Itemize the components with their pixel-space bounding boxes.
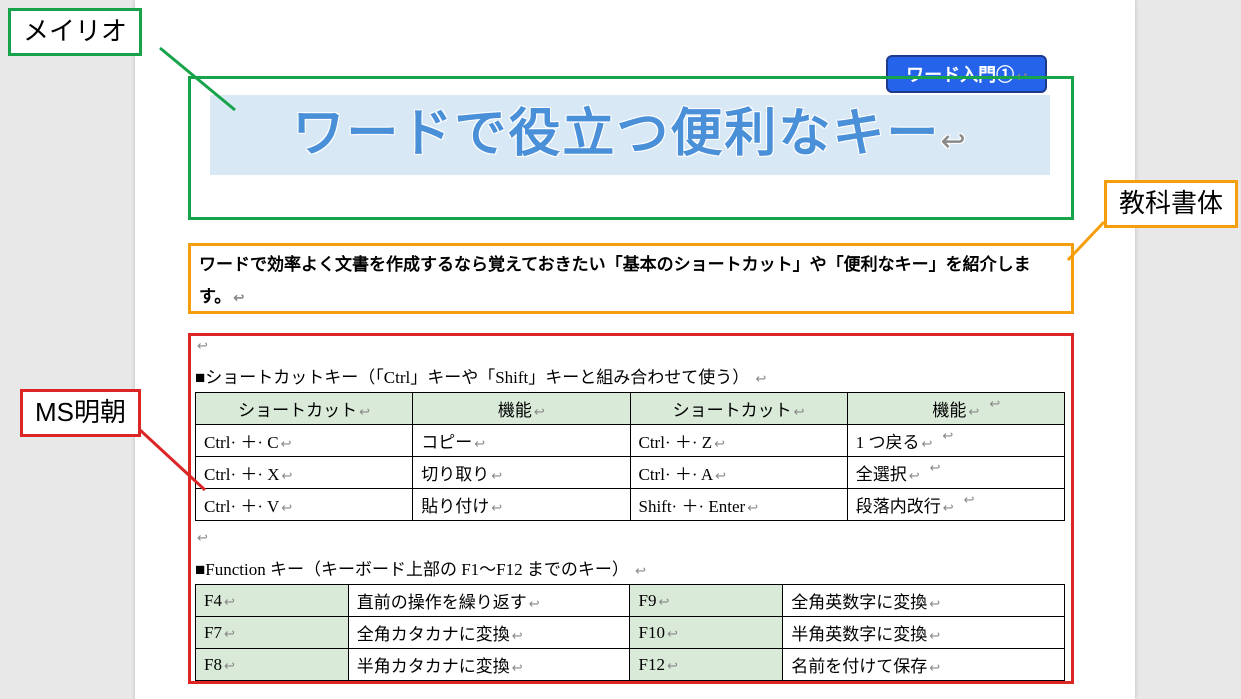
table-row: Ctrl· ＋· V↩貼り付け↩Shift· ＋· Enter↩段落内改行↩↩ [196,489,1065,521]
table-row: F7↩全角カタカナに変換↩F10↩半角英数字に変換↩ [196,617,1065,649]
section2-heading: ■Function キー（キーボード上部の F1～F12 までのキー） ↩ [195,555,1065,580]
callout-meiryo: メイリオ [8,8,142,56]
shortcut-table: ショートカット↩ 機能↩ ショートカット↩ 機能↩↩ Ctrl· ＋· C↩コピ… [195,392,1065,521]
table-row: Ctrl· ＋· C↩コピー↩Ctrl· ＋· Z↩1 つ戻る↩↩ [196,425,1065,457]
callout-msmincho: MS明朝 [20,389,141,437]
col-shortcut-2: ショートカット↩ [630,393,847,425]
callout-kyokasho: 教科書体 [1104,180,1238,228]
function-key-table: F4↩直前の操作を繰り返す↩F9↩全角英数字に変換↩ F7↩全角カタカナに変換↩… [195,584,1065,681]
title-text: ワードで役立つ便利なキー [292,105,940,163]
table-row: F4↩直前の操作を繰り返す↩F9↩全角英数字に変換↩ [196,585,1065,617]
col-function-1: 機能↩ [413,393,630,425]
intro-text: ワードで効率よく文書を作成するなら覚えておきたい「基本のショートカット」や「便利… [199,255,1031,306]
table-row: F8↩半角カタカナに変換↩F12↩名前を付けて保存↩ [196,649,1065,681]
document-title: ワードで役立つ便利なキー↩ [195,93,1065,176]
table-header-row: ショートカット↩ 機能↩ ショートカット↩ 機能↩↩ [196,393,1065,425]
badge-word-intro: ワード入門①↩ [886,55,1047,93]
table-row: Ctrl· ＋· X↩切り取り↩Ctrl· ＋· A↩全選択↩↩ [196,457,1065,489]
body-section: ↩ ■ショートカットキー（「Ctrl」キーや「Shift」キーと組み合わせて使う… [195,335,1065,687]
document-page: ワード入門①↩ ワードで役立つ便利なキー↩ ワードで効率よく文書を作成するなら覚… [135,0,1135,699]
badge-text: ワード入門① [906,65,1014,85]
section1-heading: ■ショートカットキー（「Ctrl」キーや「Shift」キーと組み合わせて使う） … [195,363,1065,388]
col-function-2: 機能↩↩ [847,393,1064,425]
intro-paragraph: ワードで効率よく文書を作成するなら覚えておきたい「基本のショートカット」や「便利… [195,245,1065,318]
col-shortcut-1: ショートカット↩ [196,393,413,425]
